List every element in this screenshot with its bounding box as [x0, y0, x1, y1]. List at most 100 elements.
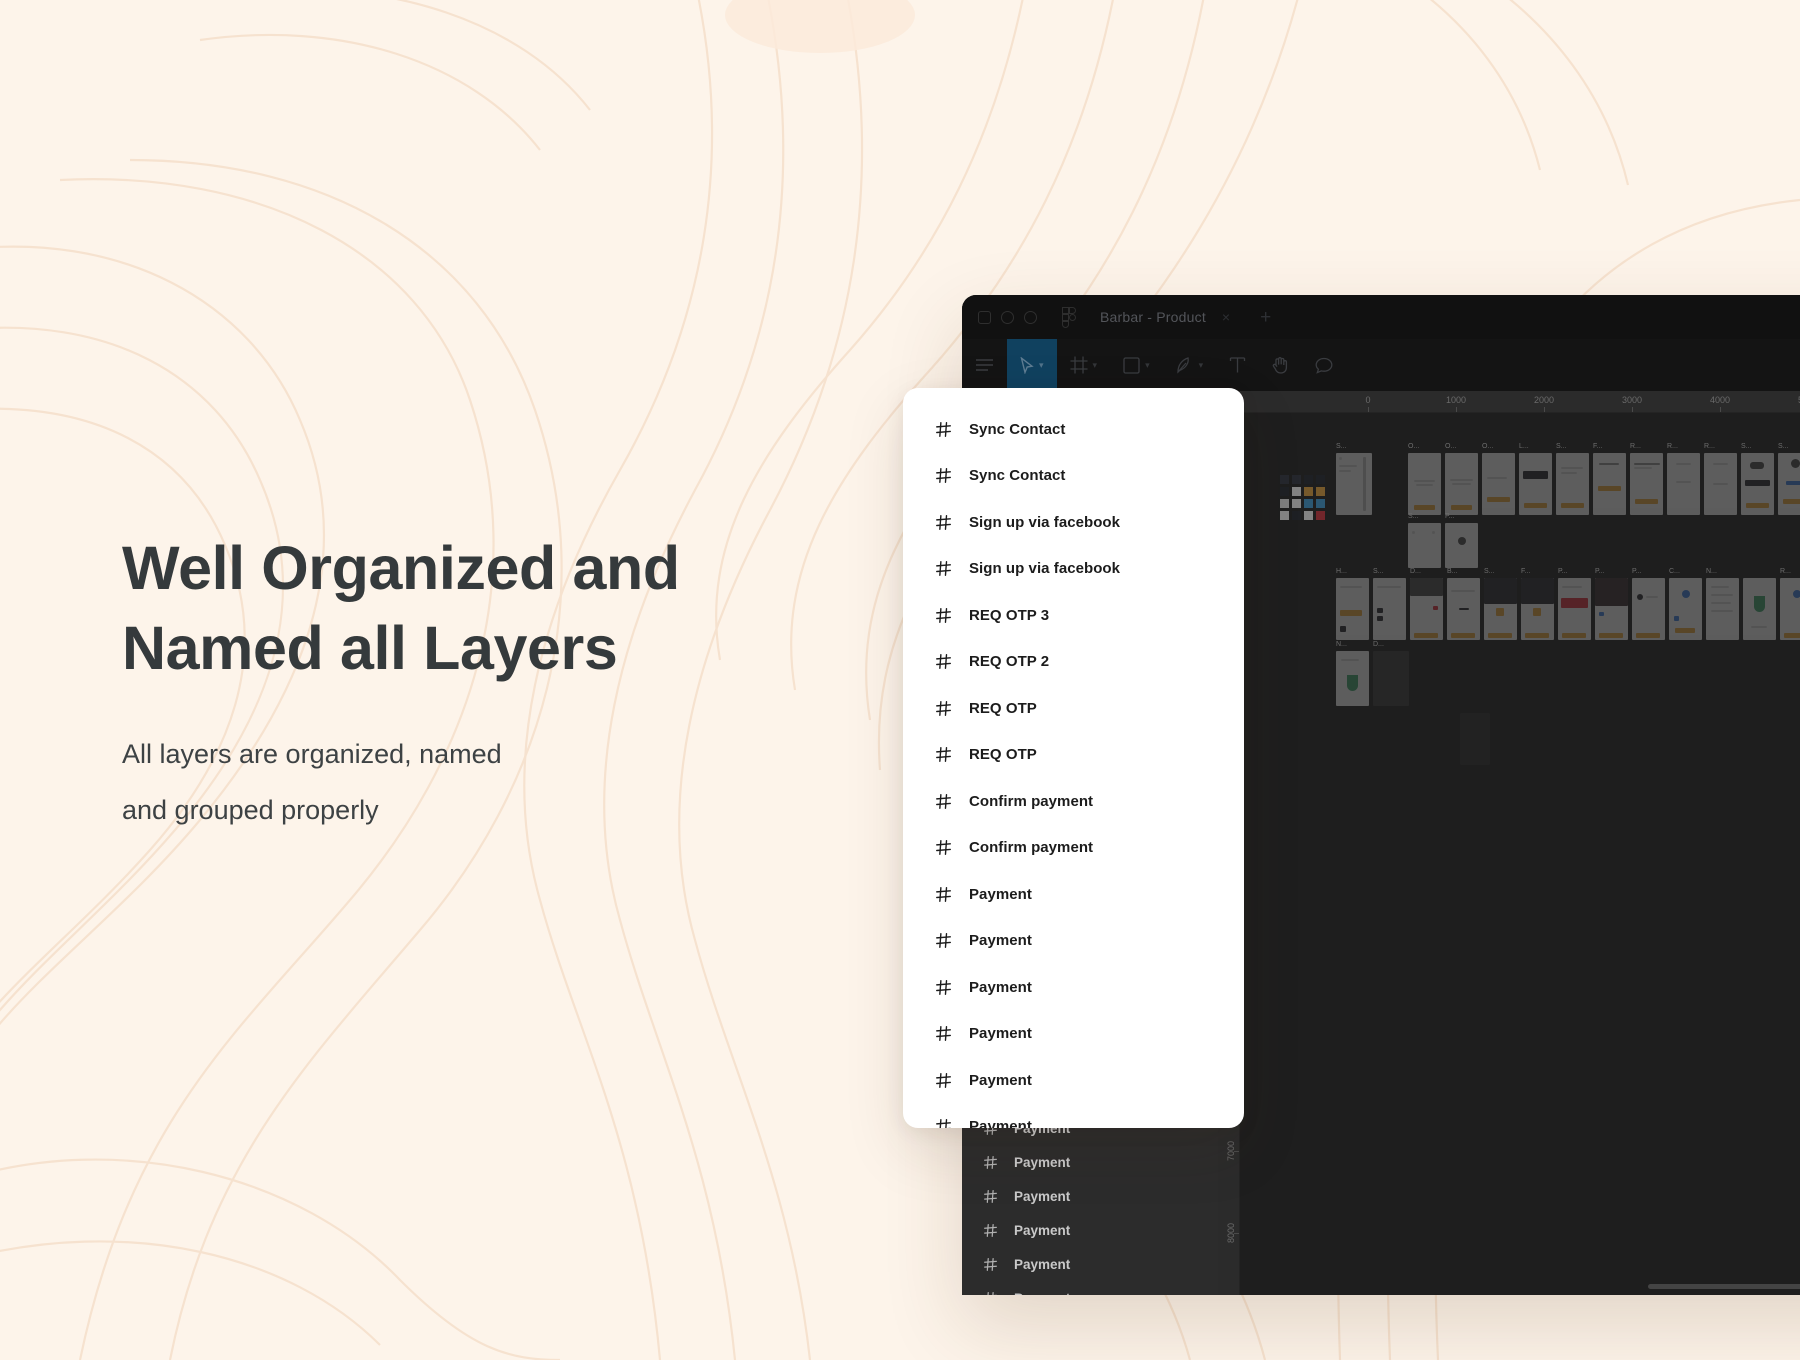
main-menu-icon[interactable]: [962, 339, 1007, 391]
chevron-down-icon[interactable]: ▾: [1093, 360, 1098, 371]
layer-list-item[interactable]: Sign up via facebook: [903, 499, 1244, 546]
artboard-frame[interactable]: [1556, 453, 1589, 515]
artboard-frame[interactable]: [1408, 523, 1441, 568]
frame-group[interactable]: O...: [1408, 443, 1441, 515]
frame-tool-icon[interactable]: ▾: [1057, 339, 1111, 391]
window-controls[interactable]: [978, 310, 1037, 324]
window-close-icon[interactable]: [978, 310, 991, 324]
artboard-frame[interactable]: [1778, 453, 1800, 515]
layer-name-popup[interactable]: Sync Contact Sync Contact Sign up via face…: [903, 388, 1244, 1128]
artboard-frame[interactable]: [1373, 651, 1409, 706]
frame-group[interactable]: D...: [1373, 641, 1409, 706]
horizontal-scrollbar[interactable]: [1648, 1284, 1800, 1289]
frame-group[interactable]: R...: [1667, 443, 1700, 515]
layer-list-item[interactable]: Confirm payment: [903, 778, 1244, 825]
frame-row-1b[interactable]: S... P...: [1408, 513, 1478, 568]
frame-group[interactable]: O...: [1482, 443, 1515, 515]
artboard-frame[interactable]: [1373, 578, 1406, 640]
artboard-frame[interactable]: [1408, 453, 1441, 515]
design-canvas[interactable]: 0100020003000400050006000 30002000010002…: [1218, 391, 1800, 1295]
artboard-frame[interactable]: [1445, 453, 1478, 515]
frame-group[interactable]: F...: [1521, 568, 1554, 640]
artboard-frame[interactable]: [1743, 578, 1776, 640]
layer-list-item-dark[interactable]: Payment: [962, 1179, 1218, 1213]
layer-list-item[interactable]: REQ OTP: [903, 732, 1244, 779]
chevron-down-icon[interactable]: ▾: [1145, 360, 1150, 371]
frame-group[interactable]: F...: [1593, 443, 1626, 515]
artboard-frame[interactable]: [1460, 713, 1490, 765]
frame-group[interactable]: S...: [1408, 513, 1441, 568]
artboard-frame[interactable]: [1704, 453, 1737, 515]
artboard-frame[interactable]: [1632, 578, 1665, 640]
layer-list-item[interactable]: REQ OTP 2: [903, 639, 1244, 686]
layer-list-item-dark[interactable]: Payment: [962, 1145, 1218, 1179]
artboard-frame[interactable]: [1595, 578, 1628, 640]
frame-group[interactable]: P...: [1595, 568, 1628, 640]
layer-list-item[interactable]: Sync Contact: [903, 453, 1244, 500]
frame-group[interactable]: S...: [1484, 568, 1517, 640]
frame-group[interactable]: S...: [1741, 443, 1774, 515]
artboard-frame[interactable]: [1519, 453, 1552, 515]
new-tab-icon[interactable]: +: [1260, 308, 1271, 327]
layer-list[interactable]: Sync Contact Sync Contact Sign up via face…: [903, 406, 1244, 1128]
frame-group[interactable]: B...: [1447, 568, 1480, 640]
artboard-frame[interactable]: [1558, 578, 1591, 640]
pen-tool-icon[interactable]: ▾: [1163, 339, 1217, 391]
frame-group[interactable]: H...: [1336, 568, 1369, 640]
frame-group[interactable]: N...: [1706, 568, 1739, 640]
comment-tool-icon[interactable]: [1302, 339, 1346, 391]
window-maximize-icon[interactable]: [1024, 310, 1037, 324]
frame-group[interactable]: D...: [1410, 568, 1443, 640]
layer-list-item-dark[interactable]: Payment: [962, 1281, 1218, 1295]
frame-group[interactable]: S...: [1556, 443, 1589, 515]
artboard-frame[interactable]: [1667, 453, 1700, 515]
layer-list-item[interactable]: Payment: [903, 1104, 1244, 1128]
move-tool-icon[interactable]: ▾: [1007, 339, 1057, 391]
artboard-frame[interactable]: [1593, 453, 1626, 515]
frame-group[interactable]: S...: [1373, 568, 1406, 640]
layer-list-item[interactable]: Payment: [903, 964, 1244, 1011]
layer-list-item[interactable]: Confirm payment: [903, 825, 1244, 872]
shape-tool-icon[interactable]: ▾: [1110, 339, 1163, 391]
frame-group[interactable]: [1460, 713, 1490, 765]
chevron-down-icon[interactable]: ▾: [1199, 360, 1204, 371]
frame-row-2[interactable]: H... S... D... B... S... F... P... P... …: [1336, 568, 1800, 640]
layer-list-item-dark[interactable]: Payment: [962, 1213, 1218, 1247]
layer-list-item[interactable]: Sign up via facebook: [903, 546, 1244, 593]
frame-group[interactable]: P...: [1632, 568, 1665, 640]
artboard-frame[interactable]: [1780, 578, 1800, 640]
artboard-frame[interactable]: [1447, 578, 1480, 640]
frame-group[interactable]: S...: [1778, 443, 1800, 515]
layer-list-item-dark[interactable]: Payment: [962, 1247, 1218, 1281]
layer-list-item[interactable]: Payment: [903, 871, 1244, 918]
artboard-frame[interactable]: [1521, 578, 1554, 640]
artboard-frame[interactable]: [1336, 453, 1372, 515]
text-tool-icon[interactable]: [1216, 339, 1259, 391]
layer-list-item[interactable]: Payment: [903, 918, 1244, 965]
artboard-frame[interactable]: [1669, 578, 1702, 640]
artboard-thumbnails[interactable]: S... O... O... O... L... S... F... R... …: [1240, 413, 1800, 1295]
layer-list-item[interactable]: REQ OTP: [903, 685, 1244, 732]
frame-row-1[interactable]: O... O... O... L... S... F... R... R... …: [1408, 443, 1800, 515]
chevron-down-icon[interactable]: ▾: [1039, 360, 1044, 371]
artboard-frame[interactable]: [1630, 453, 1663, 515]
artboard-frame[interactable]: [1336, 651, 1369, 706]
artboard-frame[interactable]: [1484, 578, 1517, 640]
frame-group[interactable]: [1743, 568, 1776, 640]
artboard-frame[interactable]: [1445, 523, 1478, 568]
close-icon[interactable]: ×: [1222, 309, 1230, 325]
hand-tool-icon[interactable]: [1259, 339, 1302, 391]
frame-row-3[interactable]: N... D...: [1336, 641, 1409, 706]
artboard-frame[interactable]: [1482, 453, 1515, 515]
frame-group[interactable]: S...: [1336, 443, 1372, 515]
layer-list-item[interactable]: Sync Contact: [903, 406, 1244, 453]
frame-group[interactable]: N...: [1336, 641, 1369, 706]
artboard-frame[interactable]: [1336, 578, 1369, 640]
window-minimize-icon[interactable]: [1001, 310, 1014, 324]
frame-group[interactable]: R...: [1704, 443, 1737, 515]
file-tab-label[interactable]: Barbar - Product: [1100, 309, 1206, 325]
layer-list-item[interactable]: Payment: [903, 1057, 1244, 1104]
frame-group[interactable]: R...: [1630, 443, 1663, 515]
layer-list-item[interactable]: REQ OTP 3: [903, 592, 1244, 639]
frame-group[interactable]: P...: [1445, 513, 1478, 568]
